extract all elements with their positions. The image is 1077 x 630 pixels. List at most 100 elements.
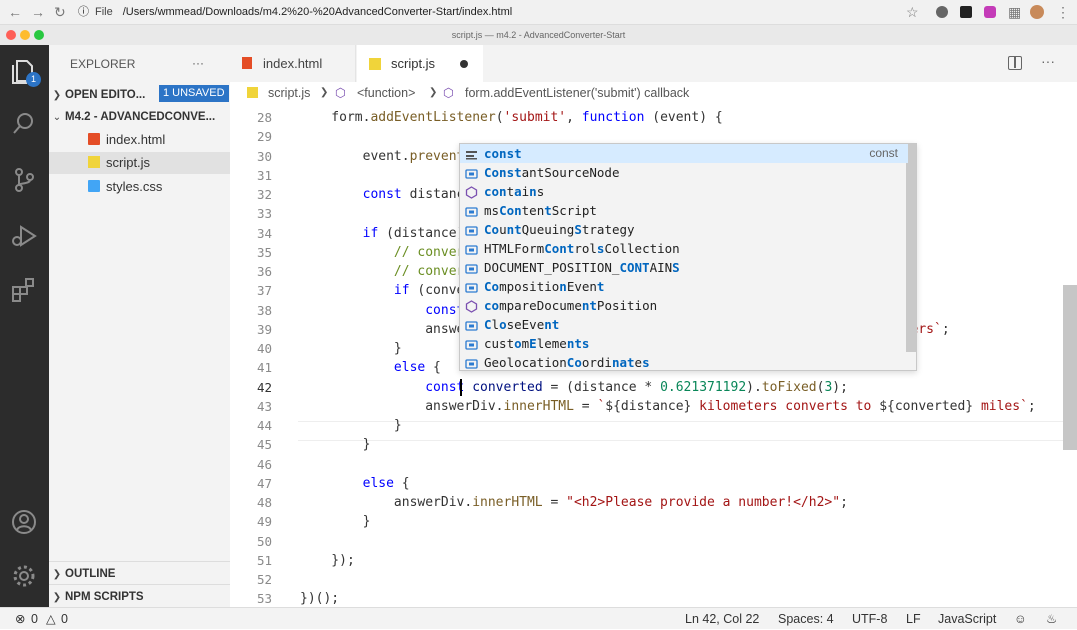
code-token: answerDiv.	[300, 495, 473, 510]
more-actions-icon[interactable]: ···	[192, 52, 222, 74]
suggestion-item[interactable]: customElements	[460, 334, 908, 353]
line-number: 36	[256, 264, 272, 279]
suggestion-item[interactable]: CountQueuingStrategy	[460, 220, 908, 239]
breadcrumb-file[interactable]: script.js	[268, 82, 310, 104]
breadcrumb-scope[interactable]: <function>	[357, 82, 415, 104]
run-debug-icon[interactable]	[9, 221, 39, 251]
suggestion-item[interactable]: GeolocationCoordinates	[460, 353, 908, 372]
file-item-script-js[interactable]: script.js	[49, 152, 230, 174]
suggestion-item[interactable]: const const	[460, 144, 908, 163]
code-line[interactable]: 52	[230, 570, 1077, 589]
code-line[interactable]: 42 const converted = (distance * 0.62137…	[230, 378, 1077, 397]
suggestion-label-part: mpositio	[499, 279, 560, 294]
code-line[interactable]: 28 form.addEventListener('submit', funct…	[230, 108, 1077, 127]
more-actions-icon[interactable]: ···	[1041, 53, 1055, 69]
suggestion-item[interactable]: CloseEvent	[460, 315, 908, 334]
suggestion-label-part: cust	[484, 336, 515, 351]
suggestion-label-part: Even	[566, 279, 597, 294]
code-token: toFixed	[761, 379, 817, 395]
outline-section[interactable]: ❯ OUTLINE	[49, 561, 230, 583]
suggestion-item[interactable]: compareDocumentPosition	[460, 296, 908, 315]
encoding[interactable]: UTF-8	[852, 608, 887, 630]
error-icon[interactable]: ⊗	[15, 608, 25, 630]
language-mode[interactable]: JavaScript	[938, 608, 996, 630]
suggestion-item[interactable]: msContentScript	[460, 201, 908, 220]
js-icon	[247, 87, 258, 98]
file-item-index-html[interactable]: index.html	[49, 129, 230, 151]
folder-section[interactable]: ⌄ M4.2 - ADVANCEDCONVE...	[49, 105, 230, 127]
open-editors-section[interactable]: ❯ OPEN EDITO... 1 UNSAVED	[49, 83, 230, 105]
forward-arrow-icon[interactable]: →	[31, 3, 45, 21]
avatar[interactable]	[1030, 5, 1044, 19]
maximize-window-button[interactable]	[34, 30, 44, 40]
breadcrumb-scope[interactable]: form.addEventListener('submit') callback	[465, 82, 689, 104]
address-bar[interactable]: ⓘ File/Users/wmmead/Downloads/m4.2%20-%20…	[78, 2, 918, 22]
unsaved-dot-icon[interactable]	[460, 60, 468, 68]
suggestion-item[interactable]: ConstantSourceNode	[460, 163, 908, 182]
suggestion-label-part: t	[596, 279, 605, 294]
code-line[interactable]: 45 }	[230, 435, 1077, 454]
code-line[interactable]: 53})();	[230, 589, 1077, 608]
file-item-styles-css[interactable]: styles.css	[49, 176, 230, 198]
minimize-window-button[interactable]	[20, 30, 30, 40]
suggestion-detail: const	[869, 146, 898, 160]
source-control-icon[interactable]	[9, 165, 39, 195]
suggestion-label-part: t	[506, 184, 515, 199]
explorer-icon[interactable]: 1	[9, 57, 41, 87]
line-ending[interactable]: LF	[906, 608, 921, 630]
vertical-scrollbar[interactable]	[1063, 285, 1077, 450]
error-count[interactable]: 0	[31, 608, 38, 630]
suggestion-label-part: Con	[499, 203, 522, 218]
account-icon[interactable]	[9, 507, 39, 537]
code-line[interactable]: 50	[230, 532, 1077, 551]
suggestion-label-part: u	[499, 222, 507, 237]
code-line[interactable]: 48 answerDiv.innerHTML = "<h2>Please pro…	[230, 493, 1077, 512]
warning-icon[interactable]: △	[46, 608, 56, 630]
extension-icon[interactable]	[984, 6, 996, 18]
tab-label: index.html	[263, 56, 323, 71]
cursor-position[interactable]: Ln 42, Col 22	[685, 608, 759, 630]
suggestion-item[interactable]: DOCUMENT_POSITION_CONTAINS	[460, 258, 908, 277]
code-line[interactable]: 51 });	[230, 551, 1077, 570]
tab-script-js[interactable]: script.js	[357, 45, 483, 82]
cube-icon: ⬡	[443, 86, 454, 100]
npm-scripts-section[interactable]: ❯ NPM SCRIPTS	[49, 584, 230, 606]
code-line[interactable]: 46	[230, 455, 1077, 474]
bookmark-star-icon[interactable]: ☆	[906, 3, 919, 21]
code-token: }	[300, 418, 402, 433]
more-vert-icon[interactable]: ⋮	[1056, 3, 1070, 21]
tab-index-html[interactable]: index.html	[230, 45, 356, 82]
suggestion-item[interactable]: CompositionEvent	[460, 277, 908, 296]
code-line[interactable]: 44 }	[230, 416, 1077, 435]
line-number: 43	[256, 398, 272, 414]
search-icon[interactable]	[9, 109, 39, 139]
extensions-icon[interactable]	[9, 275, 39, 305]
code-line[interactable]: 47 else {	[230, 474, 1077, 493]
code-text: }	[300, 416, 402, 435]
code-text: else {	[300, 358, 441, 377]
puzzle-icon[interactable]: ▦	[1008, 3, 1021, 21]
code-token: miles`	[973, 398, 1028, 414]
suggestion-item[interactable]: HTMLFormControlsCollection	[460, 239, 908, 258]
split-editor-icon[interactable]	[1008, 56, 1022, 70]
autocomplete-popup[interactable]: const const ConstantSourceNode contains msCo…	[459, 143, 917, 371]
line-number: 44	[256, 418, 272, 433]
extension-icon[interactable]	[960, 6, 972, 18]
code-token: {	[425, 360, 441, 376]
feedback-icon[interactable]: ☺	[1014, 608, 1027, 630]
line-number: 38	[256, 302, 272, 318]
suggestion-label: HTMLFormControlsCollection	[484, 239, 680, 258]
bell-icon[interactable]: ♨	[1046, 608, 1057, 630]
back-arrow-icon[interactable]: ←	[8, 3, 22, 21]
unsaved-badge: 1 UNSAVED	[159, 85, 229, 102]
suggestion-item[interactable]: contains	[460, 182, 908, 201]
tab-label: script.js	[391, 56, 436, 71]
close-window-button[interactable]	[6, 30, 16, 40]
reload-icon[interactable]: ↻	[54, 3, 66, 21]
settings-gear-icon[interactable]	[9, 561, 39, 591]
code-line[interactable]: 49 }	[230, 512, 1077, 531]
extension-icon[interactable]	[936, 6, 948, 18]
warning-count[interactable]: 0	[61, 608, 68, 630]
indentation[interactable]: Spaces: 4	[778, 608, 834, 630]
code-line[interactable]: 43 answerDiv.innerHTML = `${distance} ki…	[230, 397, 1077, 416]
